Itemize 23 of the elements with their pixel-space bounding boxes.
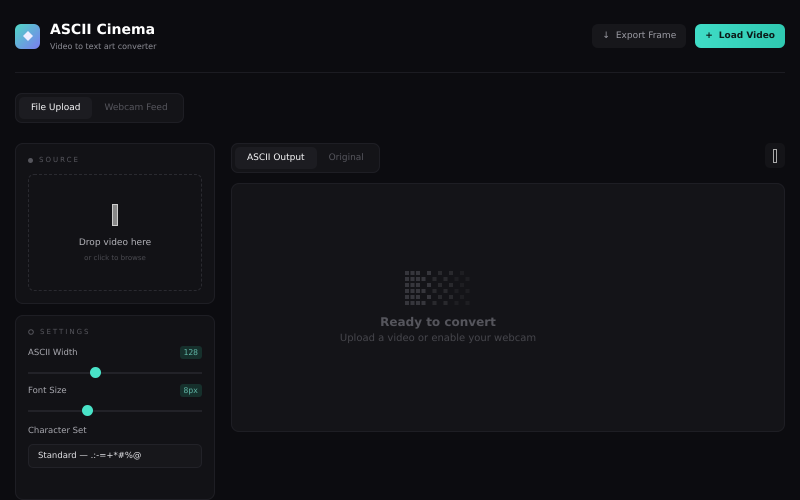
bar-icon: [773, 148, 777, 162]
drop-title: Drop video here: [78, 238, 152, 248]
mode-tab[interactable]: File Upload: [19, 97, 92, 119]
app-subtitle: Video to text art converter: [50, 42, 156, 50]
slider-thumb[interactable]: [82, 405, 93, 416]
output-title: Ready to convert: [380, 315, 496, 329]
slider-value: 8px: [180, 384, 202, 397]
export-button[interactable]: ↓ Export Frame: [592, 24, 686, 48]
logo-icon: [15, 24, 40, 48]
film-icon: [112, 204, 118, 226]
slider-thumb[interactable]: [90, 367, 102, 378]
dither-icon: [405, 271, 471, 305]
slider-label: ASCII Width: [28, 348, 78, 358]
view-tab[interactable]: ASCII Output: [235, 147, 317, 169]
slider-label: Font Size: [28, 386, 67, 396]
load-button[interactable]: + Load Video: [695, 24, 785, 48]
fullscreen-button[interactable]: [765, 143, 785, 168]
slider-value: 128: [180, 346, 202, 359]
dot-icon: [28, 158, 33, 162]
charset-select[interactable]: Standard — .:-=+*#%@: [28, 444, 202, 468]
gear-icon: [28, 329, 34, 335]
app-title: ASCII Cinema: [50, 22, 156, 38]
charset-label: Character Set: [28, 426, 88, 436]
